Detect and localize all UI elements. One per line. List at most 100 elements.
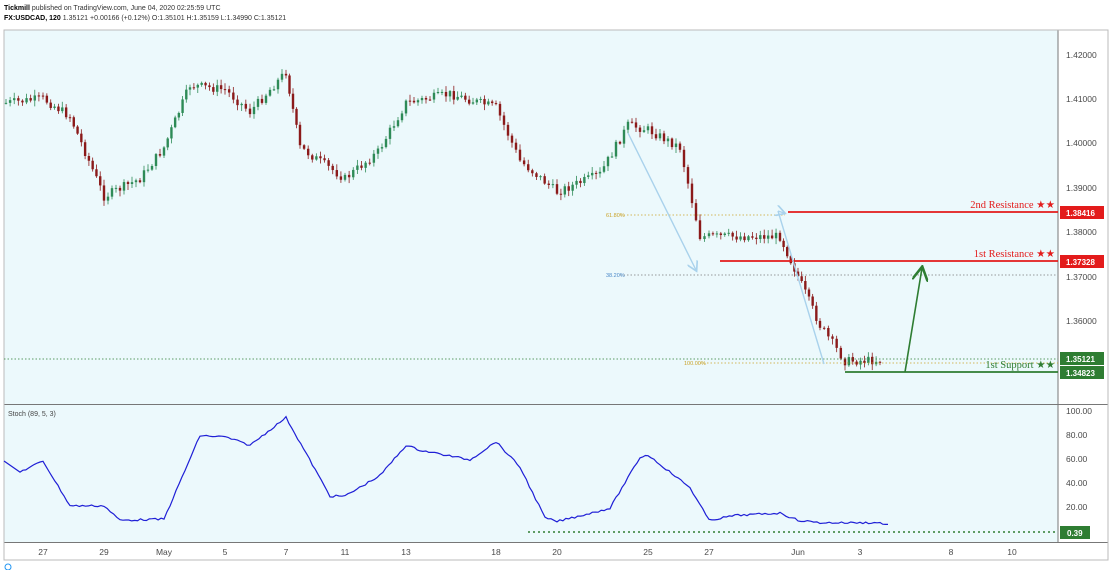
candle-body (522, 160, 526, 165)
time-axis: 27 29 May 5 7 11 13 18 20 25 27 Jun 3 8 … (38, 547, 1017, 557)
candle-body (295, 108, 298, 125)
candle-body (456, 96, 459, 100)
candle-body (487, 101, 490, 105)
candle-body (412, 100, 416, 103)
candle-body (811, 296, 814, 306)
candle-body (95, 169, 98, 177)
second-resistance-label: 2nd Resistance ★★ (970, 200, 1055, 211)
candle-body (707, 233, 711, 237)
candle-body (232, 92, 235, 100)
candle-body (122, 182, 126, 191)
candle-body (200, 82, 203, 85)
candle-body (551, 184, 555, 186)
price-tick: 1.37000 (1066, 272, 1097, 282)
candle-body (479, 98, 482, 100)
candle-body (506, 124, 510, 136)
price-scale[interactable] (1058, 30, 1108, 542)
candle-body (670, 138, 674, 148)
candle-body (356, 165, 359, 170)
time-label: 29 (99, 547, 109, 557)
time-label: 11 (341, 547, 350, 557)
candle-body (703, 236, 706, 240)
candle-body (614, 141, 618, 157)
candle-body (822, 327, 826, 329)
candle-body (99, 176, 102, 186)
price-tick: 1.41000 (1066, 94, 1097, 104)
candle-body (843, 358, 847, 366)
price-pane[interactable] (4, 30, 1058, 404)
candle-body (759, 235, 762, 240)
stoch-pane[interactable] (4, 405, 1058, 542)
candle-body (818, 320, 822, 328)
candle-body (8, 100, 12, 103)
candle-body (343, 174, 347, 180)
candle-body (460, 95, 463, 97)
candle-body (248, 108, 252, 115)
candle-body (770, 235, 774, 239)
candle-body (543, 176, 546, 184)
candle-body (424, 97, 428, 100)
stoch-tick: 20.00 (1066, 502, 1088, 512)
candle-body (25, 98, 28, 103)
candle-body (80, 133, 83, 143)
candle-body (847, 357, 851, 366)
candle-body (142, 170, 146, 183)
candle-body (475, 99, 479, 103)
candle-body (786, 247, 789, 257)
candle-body (587, 175, 590, 177)
candle-body (642, 130, 646, 132)
candle-body (502, 115, 506, 125)
candle-body (531, 170, 534, 174)
fib-label-100: 100.00% (684, 361, 706, 367)
candle-body (158, 154, 162, 156)
candle-body (682, 149, 686, 168)
candle-body (4, 102, 8, 104)
stoch-current: 0.39 (1067, 529, 1083, 538)
candle-body (68, 117, 72, 119)
candle-body (315, 156, 318, 160)
candle-body (223, 89, 227, 91)
candle-body (440, 91, 444, 93)
stoch-title[interactable]: Stoch (89, 5, 3) (8, 411, 56, 418)
candle-body (539, 176, 542, 178)
first-support-price: 1.34823 (1066, 369, 1095, 378)
candle-body (571, 184, 574, 191)
candle-body (291, 93, 295, 109)
candle-body (126, 182, 130, 185)
candle-body (280, 73, 284, 80)
chart-canvas[interactable]: 61.80% 38.20% 100.00% 2nd Resistance ★★ … (0, 0, 1110, 570)
candle-body (575, 180, 578, 185)
candle-body (368, 162, 371, 164)
candle-body (674, 143, 678, 148)
candle-body (610, 156, 614, 158)
candle-body (715, 233, 719, 235)
candle-body (185, 89, 188, 100)
price-tick: 1.36000 (1066, 316, 1097, 326)
candle-body (335, 170, 339, 177)
candle-body (396, 120, 400, 127)
tradingview-logo-icon[interactable] (4, 563, 12, 570)
candle-body (428, 99, 432, 101)
candle-body (347, 174, 351, 178)
candle-body (252, 106, 256, 115)
candle-body (579, 180, 582, 184)
candle-body (311, 155, 314, 160)
candle-body (622, 129, 626, 144)
candle-body (57, 106, 60, 112)
candle-body (64, 107, 68, 118)
time-label: 25 (643, 547, 653, 557)
candle-body (743, 236, 746, 241)
first-support-label: 1st Support ★★ (985, 360, 1055, 371)
candle-body (747, 236, 750, 241)
candle-body (690, 183, 694, 204)
candle-body (662, 133, 666, 142)
candle-body (134, 180, 138, 183)
candle-body (618, 141, 622, 144)
candle-body (739, 236, 742, 240)
candle-body (227, 89, 231, 93)
candle-body (170, 127, 173, 139)
candle-body (827, 327, 830, 337)
candle-body (535, 173, 538, 177)
candle-body (711, 233, 715, 235)
candle-body (33, 95, 36, 101)
